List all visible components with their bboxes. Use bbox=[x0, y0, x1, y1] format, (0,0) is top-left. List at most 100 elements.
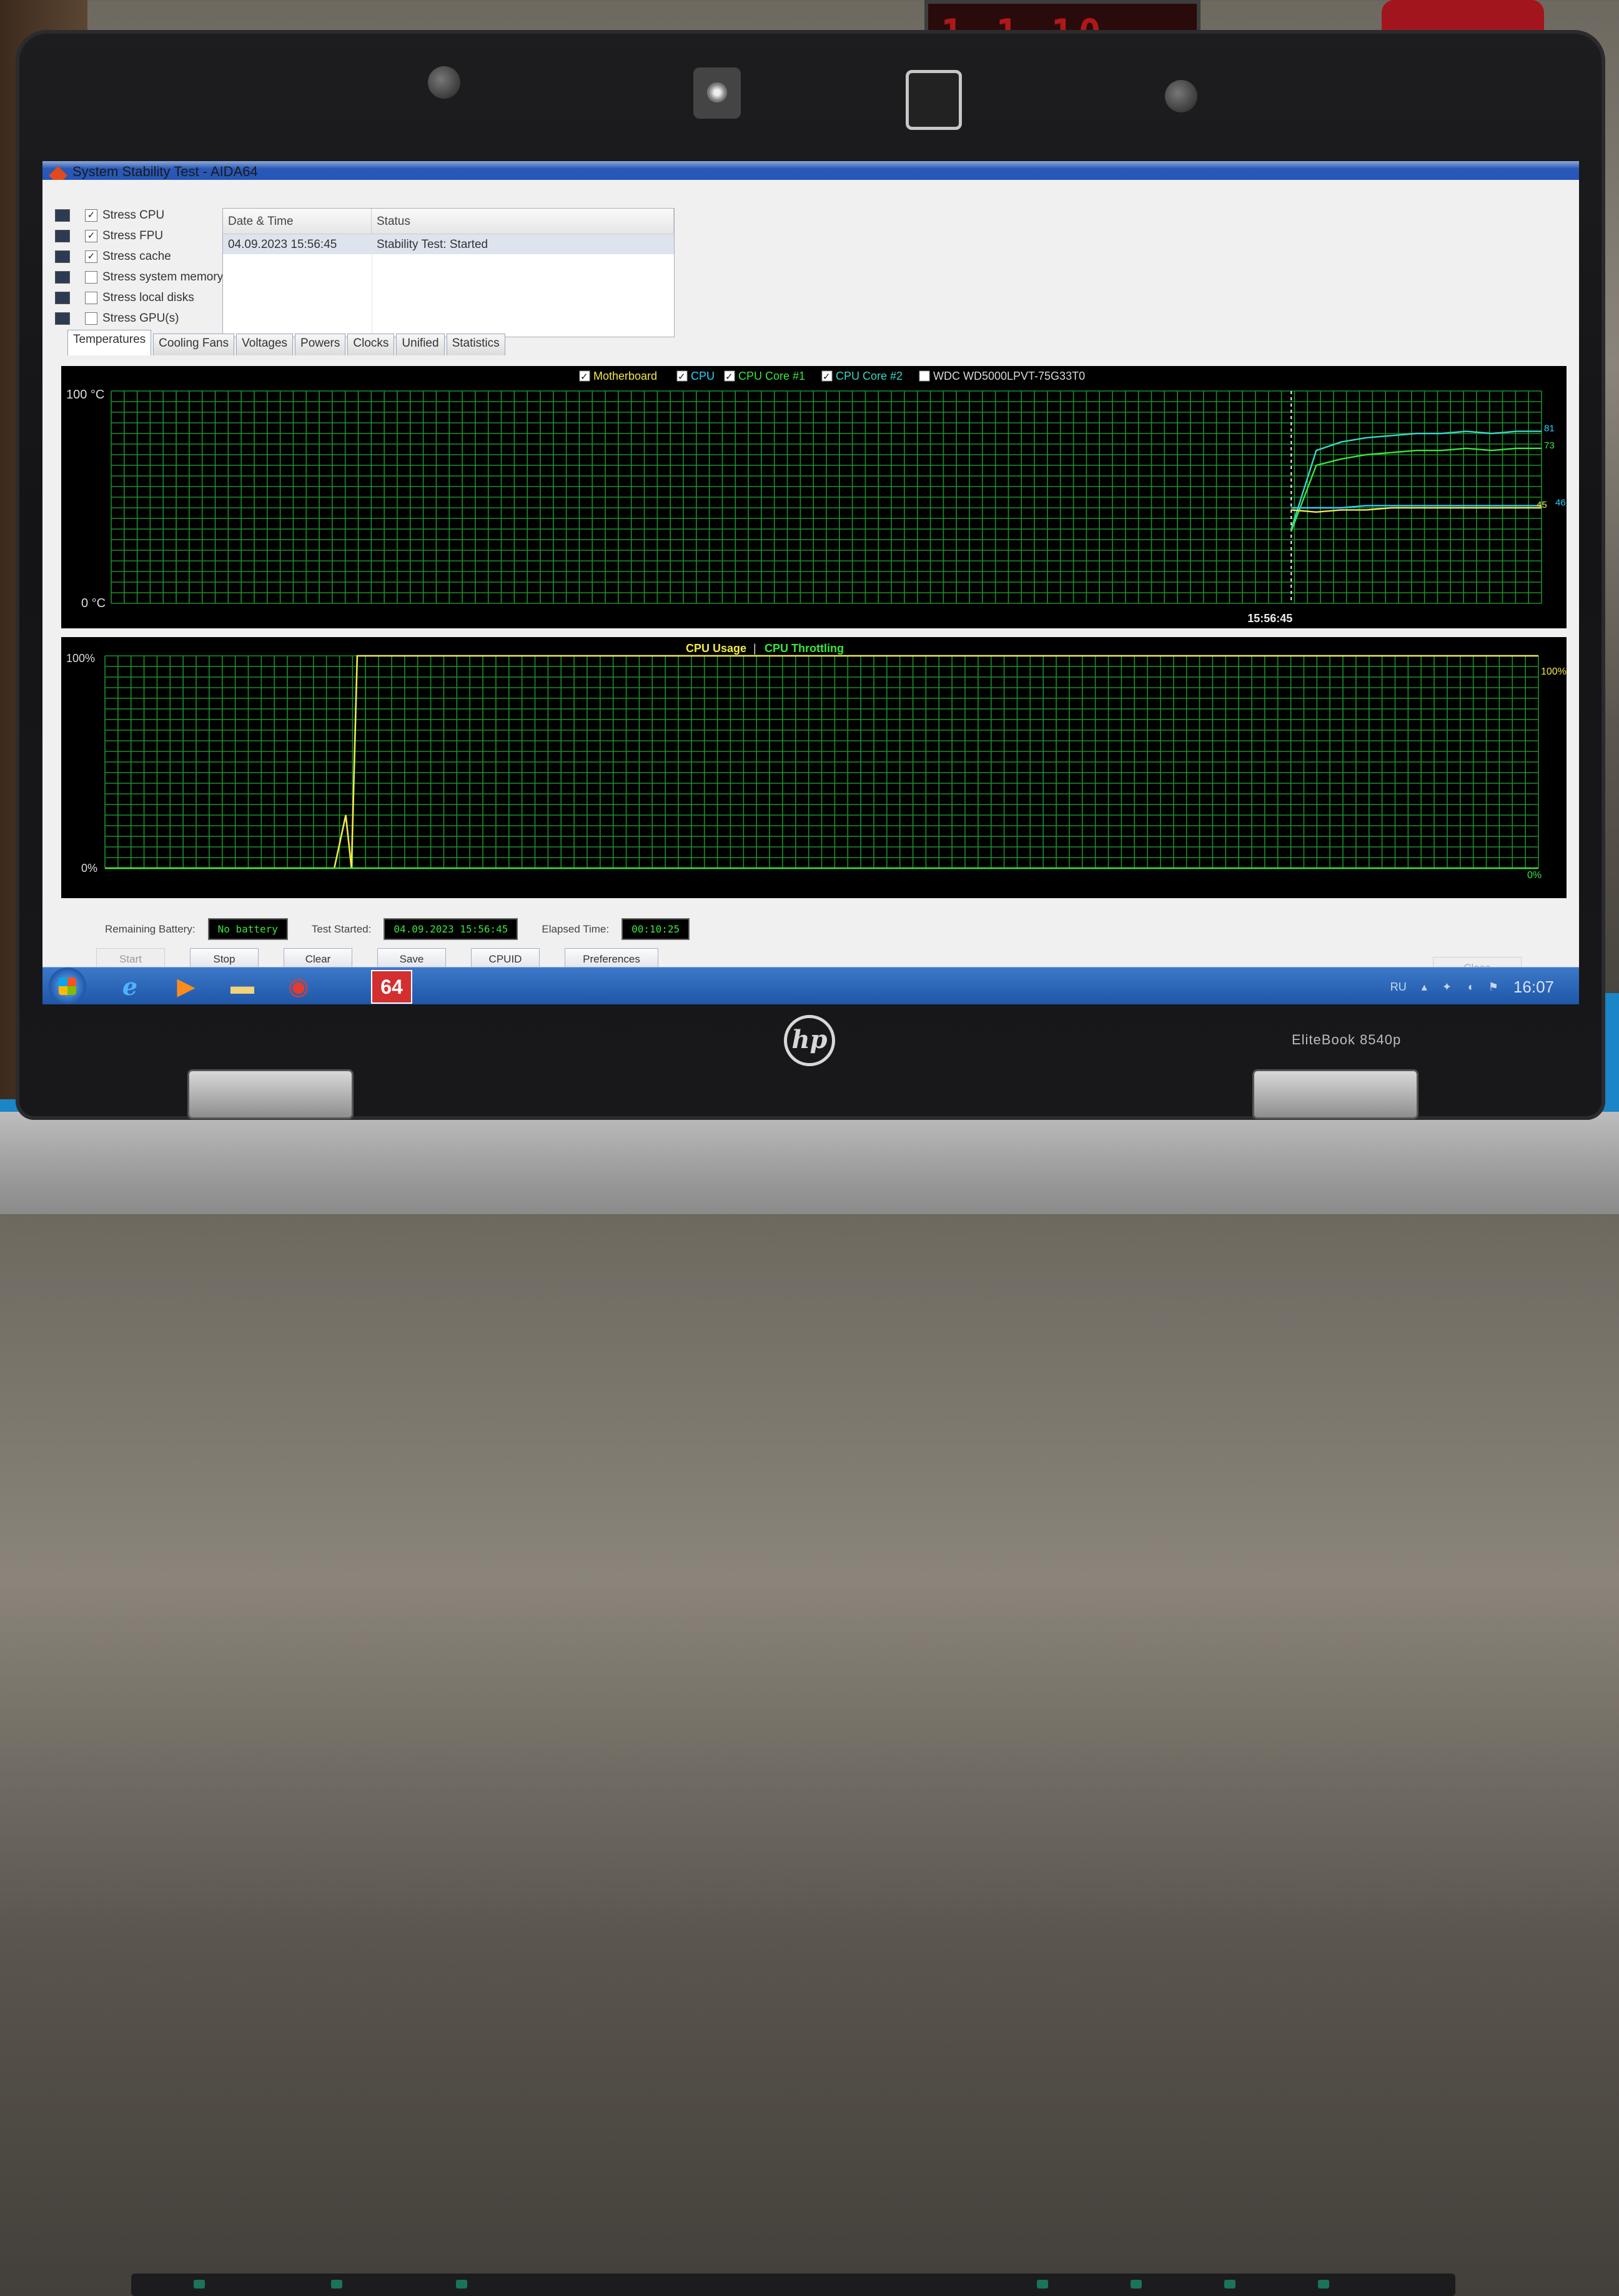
stress-checkbox[interactable] bbox=[85, 291, 97, 304]
test-started-label: Test Started: bbox=[311, 923, 372, 935]
stress-option[interactable]: Stress system memory bbox=[55, 267, 223, 287]
graph-tabs: Temperatures Cooling Fans Voltages Powers Cl… bbox=[67, 330, 507, 355]
stress-options: ✓ Stress CPU ✓ Stress FPU ✓ Stress cache Stres… bbox=[55, 205, 223, 329]
stress-checkbox[interactable]: ✓ bbox=[85, 250, 97, 263]
temperature-graph-svg: 100 °C 0 °C ✓ Motherboard ✓ CPU ✓ CPU Core #1 ✓ C… bbox=[66, 370, 1566, 625]
usage-end-label: 100% bbox=[1541, 666, 1567, 677]
tab-clocks[interactable]: Clocks bbox=[347, 334, 395, 355]
stress-device-icon bbox=[55, 209, 70, 222]
test-started-value: 04.09.2023 15:56:45 bbox=[384, 918, 518, 940]
series-end-label: 73 bbox=[1544, 440, 1555, 451]
laptop-base bbox=[0, 1112, 1619, 2296]
stress-checkbox[interactable]: ✓ bbox=[85, 229, 97, 242]
model-label: EliteBook 8540p bbox=[1292, 1032, 1402, 1047]
legend-label: Motherboard bbox=[593, 370, 657, 382]
stress-option-label: Stress GPU(s) bbox=[102, 311, 179, 325]
status-row[interactable]: 04.09.2023 15:56:45 Stability Test: Star… bbox=[223, 234, 674, 254]
language-indicator[interactable]: RU bbox=[1390, 981, 1407, 994]
column-date-time[interactable]: Date & Time bbox=[223, 209, 372, 234]
legend-check-mark: ✓ bbox=[678, 372, 686, 382]
stress-option[interactable]: Stress local disks bbox=[55, 287, 223, 308]
stress-option-label: Stress system memory bbox=[102, 270, 224, 284]
stress-checkbox[interactable] bbox=[85, 270, 97, 284]
legend-separator: | bbox=[753, 642, 756, 655]
grid-lines bbox=[111, 390, 1542, 604]
elapsed-time-value: 00:10:25 bbox=[621, 918, 690, 940]
aida64-taskbar-icon[interactable]: 64 bbox=[371, 970, 412, 1004]
hp-logo: hp bbox=[784, 1015, 835, 1066]
legend-cpu-throttling: CPU Throttling bbox=[765, 642, 844, 655]
throttling-end-label: 0% bbox=[1527, 870, 1542, 881]
legend-check-mark: ✓ bbox=[725, 372, 733, 382]
start-menu-button[interactable] bbox=[49, 967, 86, 1004]
legend-check-mark: ✓ bbox=[580, 372, 588, 382]
series-end-label: 46 bbox=[1555, 498, 1566, 508]
y-axis-bottom-label: 0 °C bbox=[81, 596, 106, 610]
stress-option-label: Stress FPU bbox=[102, 229, 164, 242]
tab-voltages[interactable]: Voltages bbox=[236, 334, 294, 355]
legend-checkbox bbox=[919, 370, 930, 382]
legend-label: CPU Core #2 bbox=[836, 370, 903, 382]
window-title: System Stability Test - AIDA64 bbox=[72, 164, 258, 179]
taskbar: e ▶ ▬ ◉ 64 RU ▴ ✦ ◖ ⚑ 16:07 bbox=[42, 967, 1579, 1004]
y-axis-top-label: 100% bbox=[66, 652, 95, 665]
status-list-header: Date & Time Status bbox=[223, 209, 674, 234]
tab-cooling-fans[interactable]: Cooling Fans bbox=[153, 334, 235, 355]
hinge-right bbox=[1252, 1069, 1418, 1119]
column-status[interactable]: Status bbox=[372, 209, 674, 234]
series-line bbox=[1290, 430, 1542, 530]
legend-cpu-usage: CPU Usage bbox=[686, 642, 746, 655]
tab-unified[interactable]: Unified bbox=[396, 334, 445, 355]
tray-arrow-icon[interactable]: ▴ bbox=[1422, 981, 1427, 994]
stress-device-icon bbox=[55, 250, 70, 263]
status-list[interactable]: Date & Time Status 04.09.2023 15:56:45 S… bbox=[222, 208, 675, 337]
stress-device-icon bbox=[55, 291, 70, 304]
network-icon[interactable]: ✦ bbox=[1442, 981, 1452, 994]
stress-option-label: Stress local disks bbox=[102, 290, 194, 304]
clock[interactable]: 16:07 bbox=[1513, 977, 1554, 997]
elapsed-time-label: Elapsed Time: bbox=[542, 923, 610, 935]
start-marker-label: 15:56:45 bbox=[1247, 612, 1292, 625]
battery-value: No battery bbox=[207, 918, 288, 940]
screen: System Stability Test - AIDA64 – □ ✕ ✓St… bbox=[42, 161, 1579, 1004]
tab-powers[interactable]: Powers bbox=[295, 334, 346, 355]
temperature-graph: 100 °C 0 °C ✓ Motherboard ✓ CPU ✓ CPU Core #1 ✓ C… bbox=[61, 366, 1567, 628]
tab-statistics[interactable]: Statistics bbox=[446, 334, 505, 355]
folder-icon[interactable]: ▬ bbox=[217, 970, 267, 1002]
stress-checkbox[interactable]: ✓ bbox=[85, 209, 97, 222]
cpu-usage-graph-svg: 100% 0% 100% 0% CPU Usage | CPU Throttling bbox=[66, 642, 1567, 881]
stress-option[interactable]: ✓ Stress cache bbox=[55, 246, 223, 267]
latch-left bbox=[428, 66, 460, 99]
grid-lines bbox=[104, 655, 1539, 869]
internet-explorer-icon[interactable]: e bbox=[105, 970, 155, 1002]
stress-option-label: Stress cache bbox=[102, 249, 171, 263]
status-row-status: Stability Test: Started bbox=[377, 238, 488, 251]
stress-option[interactable]: ✓ Stress CPU bbox=[55, 205, 223, 225]
webcam bbox=[693, 67, 741, 119]
stress-device-icon bbox=[55, 312, 70, 325]
volume-icon[interactable]: ◖ bbox=[1467, 981, 1473, 994]
legend-label: CPU Core #1 bbox=[738, 370, 805, 382]
y-axis-bottom-label: 0% bbox=[81, 862, 97, 874]
battery-label: Remaining Battery: bbox=[105, 923, 196, 935]
y-axis-top-label: 100 °C bbox=[66, 388, 104, 402]
stress-device-icon bbox=[55, 270, 70, 284]
legend-label: CPU bbox=[691, 370, 715, 382]
stress-option[interactable]: ✓ Stress FPU bbox=[55, 225, 223, 246]
tab-temperatures[interactable]: Temperatures bbox=[67, 330, 152, 355]
latch-right bbox=[1165, 80, 1197, 112]
chrome-icon[interactable]: ◉ bbox=[274, 970, 324, 1002]
cpu-usage-graph: 100% 0% 100% 0% CPU Usage | CPU Throttling bbox=[61, 637, 1567, 898]
keyboard-light-button bbox=[906, 70, 962, 130]
legend-check-mark: ✓ bbox=[823, 372, 831, 382]
legend-label: WDC WD5000LPVT-75G33T0 bbox=[933, 370, 1085, 382]
stress-option-label: Stress CPU bbox=[102, 208, 165, 222]
media-player-icon[interactable]: ▶ bbox=[161, 970, 211, 1002]
stress-checkbox[interactable] bbox=[85, 312, 97, 325]
window-client: ✓ Stress CPU ✓ Stress FPU ✓ Stress cache Stres… bbox=[42, 180, 1579, 986]
stress-option[interactable]: Stress GPU(s) bbox=[55, 308, 223, 329]
quick-keys-strip bbox=[131, 2274, 1455, 2296]
hinge-left bbox=[187, 1069, 354, 1119]
series-end-label: 81 bbox=[1544, 423, 1555, 434]
action-center-flag-icon[interactable]: ⚑ bbox=[1488, 981, 1498, 994]
